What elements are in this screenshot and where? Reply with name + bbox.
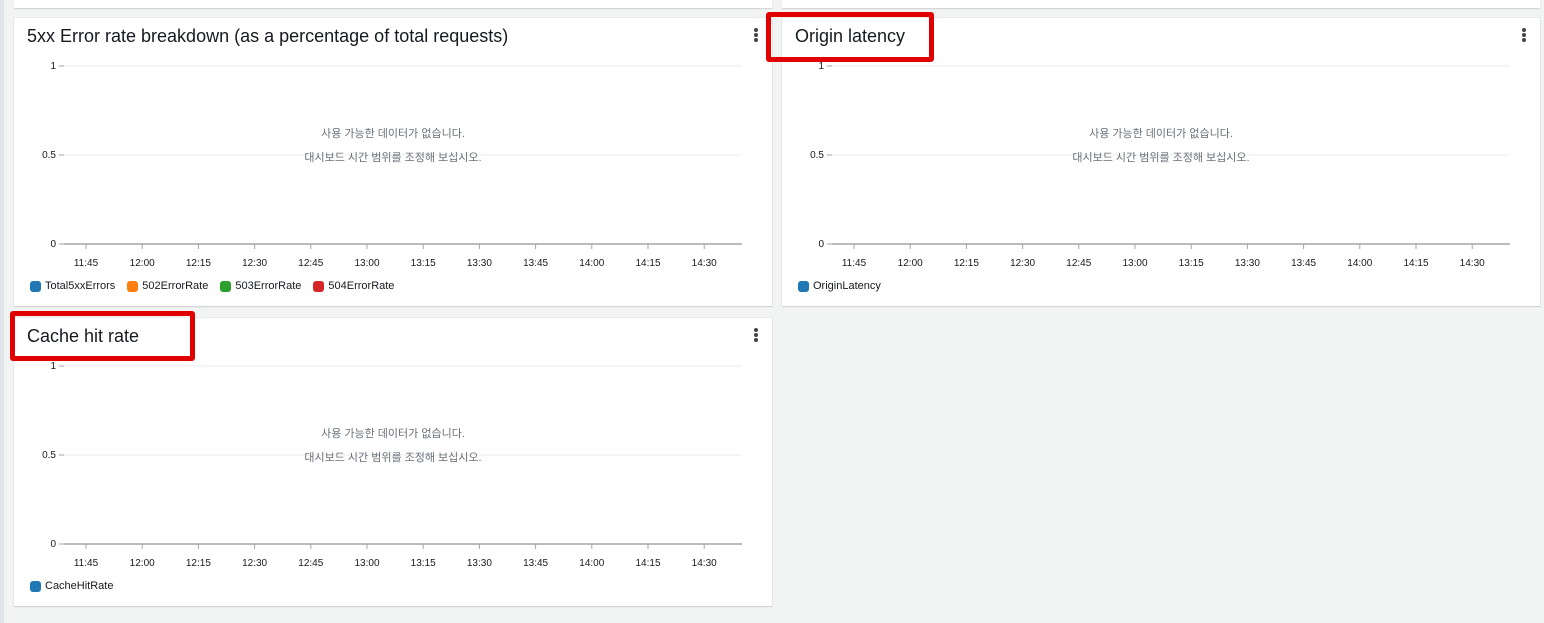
no-data-line-2: 대시보드 시간 범위를 조정해 보십시오.: [304, 452, 482, 464]
legend-swatch: [30, 580, 41, 592]
legend-item[interactable]: 504ErrorRate: [313, 280, 394, 292]
x-tick-label: 13:45: [523, 258, 548, 269]
x-tick-label: 13:45: [1291, 258, 1316, 269]
previous-panel-bottom: [782, 0, 1540, 8]
x-tick-label: 14:30: [692, 558, 717, 569]
x-tick-label: 12:30: [242, 558, 267, 569]
legend-item[interactable]: 503ErrorRate: [220, 280, 301, 292]
x-tick-label: 11:45: [842, 258, 867, 269]
x-tick-label: 12:30: [1010, 258, 1035, 269]
legend-swatch: [313, 280, 325, 292]
no-data-line-2: 대시보드 시간 범위를 조정해 보십시오.: [304, 152, 482, 164]
x-tick-label: 13:30: [1235, 258, 1260, 269]
x-tick-label: 12:15: [186, 558, 211, 569]
legend-label: Total5xxErrors: [45, 280, 116, 292]
x-tick-label: 12:45: [298, 558, 323, 569]
legend-label: OriginLatency: [813, 280, 881, 292]
x-tick-label: 12:15: [186, 258, 211, 269]
legend-label: CacheHitRate: [45, 580, 114, 592]
no-data-line-1: 사용 가능한 데이터가 없습니다.: [321, 128, 465, 140]
x-tick-label: 13:15: [1179, 258, 1204, 269]
x-tick-label: 12:15: [954, 258, 979, 269]
x-tick-label: 13:00: [354, 558, 379, 569]
x-tick-label: 14:30: [692, 258, 717, 269]
y-tick-label: 0: [50, 539, 56, 550]
legend-item[interactable]: CacheHitRate: [30, 580, 113, 592]
y-tick-label: 0: [50, 239, 56, 250]
legend-label: 502ErrorRate: [142, 280, 209, 292]
y-tick-label: 1: [818, 61, 824, 72]
x-tick-label: 12:45: [1066, 258, 1091, 269]
x-tick-label: 14:00: [579, 258, 604, 269]
x-tick-label: 14:00: [579, 558, 604, 569]
legend: OriginLatency: [798, 280, 881, 292]
legend-item[interactable]: 502ErrorRate: [127, 280, 208, 292]
legend-item[interactable]: OriginLatency: [798, 280, 881, 292]
no-data-line-1: 사용 가능한 데이터가 없습니다.: [321, 428, 465, 440]
x-tick-label: 13:30: [467, 558, 492, 569]
no-data-message: 사용 가능한 데이터가 없습니다. 대시보드 시간 범위를 조정해 보십시오.: [74, 122, 712, 170]
x-tick-label: 14:30: [1460, 258, 1485, 269]
x-tick-label: 13:30: [467, 258, 492, 269]
x-tick-label: 14:15: [635, 558, 660, 569]
no-data-line-1: 사용 가능한 데이터가 없습니다.: [1089, 128, 1233, 140]
widget-cache-hit-rate: Cache hit rate 0 0.5 1 11:45 12:00 12:15 12:30…: [14, 318, 772, 606]
x-tick-label: 12:45: [298, 258, 323, 269]
legend-swatch: [30, 280, 41, 292]
x-tick-label: 14:15: [635, 258, 660, 269]
x-tick-label: 12:00: [898, 258, 923, 269]
previous-panel-bottom: [14, 0, 772, 8]
x-tick-label: 13:15: [411, 258, 436, 269]
y-tick-label: 1: [50, 61, 56, 72]
x-tick-label: 14:15: [1403, 258, 1428, 269]
x-tick-label: 13:00: [1122, 258, 1147, 269]
x-tick-label: 12:30: [242, 258, 267, 269]
legend-swatch: [220, 280, 232, 292]
legend-swatch: [127, 280, 139, 292]
widget-origin-latency: Origin latency 0 0.5 1 11:45 12:00 12:15 12:30…: [782, 18, 1540, 306]
no-data-line-2: 대시보드 시간 범위를 조정해 보십시오.: [1072, 152, 1250, 164]
legend-label: 504ErrorRate: [328, 280, 395, 292]
left-edge: [0, 0, 4, 623]
legend: CacheHitRate: [30, 580, 113, 592]
x-tick-label: 12:00: [130, 258, 155, 269]
y-tick-label: 0.5: [42, 450, 56, 461]
x-tick-label: 13:45: [523, 558, 548, 569]
x-tick-label: 12:00: [130, 558, 155, 569]
x-tick-label: 14:00: [1347, 258, 1372, 269]
x-tick-label: 13:15: [411, 558, 436, 569]
legend-item[interactable]: Total5xxErrors: [30, 280, 115, 292]
y-tick-label: 0.5: [810, 150, 824, 161]
x-tick-label: 11:45: [74, 558, 99, 569]
legend-label: 503ErrorRate: [235, 280, 302, 292]
y-tick-label: 1: [50, 361, 56, 372]
y-tick-label: 0.5: [42, 150, 56, 161]
x-tick-label: 11:45: [74, 258, 99, 269]
legend-swatch: [798, 280, 809, 292]
widget-error-rate: 5xx Error rate breakdown (as a percentag…: [14, 18, 772, 306]
legend: Total5xxErrors 502ErrorRate 503ErrorRate 50…: [30, 280, 394, 292]
no-data-message: 사용 가능한 데이터가 없습니다. 대시보드 시간 범위를 조정해 보십시오.: [74, 422, 712, 470]
no-data-message: 사용 가능한 데이터가 없습니다. 대시보드 시간 범위를 조정해 보십시오.: [842, 122, 1480, 170]
y-tick-label: 0: [818, 239, 824, 250]
x-tick-label: 13:00: [354, 258, 379, 269]
